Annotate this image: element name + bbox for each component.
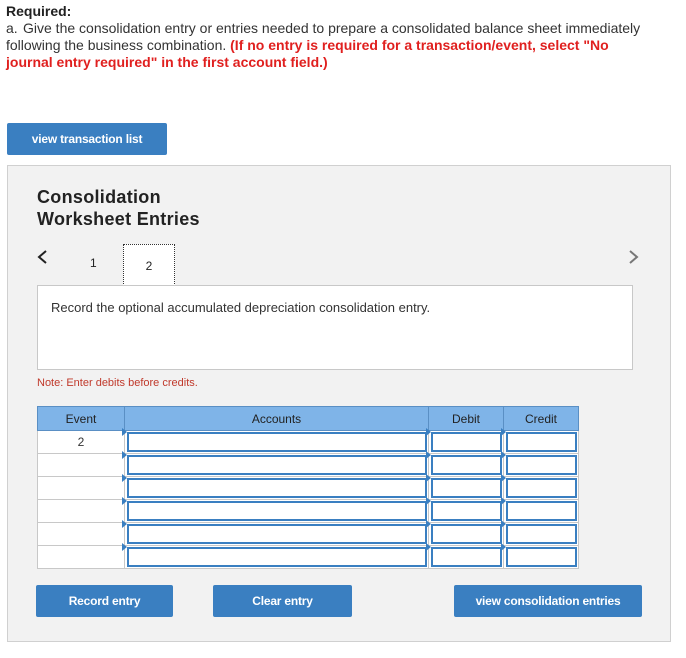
view-consolidation-entries-button[interactable]: view consolidation entries — [454, 585, 642, 617]
dropdown-marker-icon — [122, 451, 127, 459]
event-cell — [37, 545, 125, 569]
page-tab-2[interactable]: 2 — [123, 244, 175, 288]
debit-input-cell — [426, 520, 504, 546]
entry-prompt: Record the optional accumulated deprecia… — [37, 285, 633, 370]
dropdown-marker-icon — [501, 451, 506, 459]
debit-input-cell — [426, 451, 504, 477]
requirement-text: a. Give the consolidation entry or entrie… — [6, 20, 646, 71]
debit-input-cell — [426, 543, 504, 569]
worksheet-title: Consolidation Worksheet Entries — [37, 186, 200, 230]
credit-input-cell — [501, 543, 579, 569]
credit-input[interactable] — [506, 501, 577, 521]
credit-input-cell — [501, 497, 579, 523]
dropdown-marker-icon — [426, 520, 431, 528]
table-row — [37, 520, 579, 546]
table-row — [37, 497, 579, 523]
dropdown-marker-icon — [122, 520, 127, 528]
worksheet-title-line1: Consolidation — [37, 187, 161, 207]
debit-input[interactable] — [431, 478, 502, 498]
account-input[interactable] — [127, 432, 427, 452]
event-cell: 2 — [37, 430, 125, 454]
table-row — [37, 543, 579, 569]
dropdown-marker-icon — [426, 543, 431, 551]
entry-note: Note: Enter debits before credits. — [37, 377, 198, 389]
dropdown-marker-icon — [426, 451, 431, 459]
event-cell — [37, 453, 125, 477]
header-credit: Credit — [503, 406, 579, 431]
credit-input-cell — [501, 451, 579, 477]
credit-input[interactable] — [506, 432, 577, 452]
account-input[interactable] — [127, 501, 427, 521]
account-input[interactable] — [127, 524, 427, 544]
account-input[interactable] — [127, 455, 427, 475]
event-cell — [37, 499, 125, 523]
dropdown-marker-icon — [426, 497, 431, 505]
table-header-row: Event Accounts Debit Credit — [37, 406, 579, 431]
header-accounts: Accounts — [124, 406, 429, 431]
account-input[interactable] — [127, 547, 427, 567]
table-row — [37, 474, 579, 500]
debit-input[interactable] — [431, 455, 502, 475]
chevron-left-icon[interactable] — [36, 249, 50, 270]
dropdown-marker-icon — [501, 497, 506, 505]
account-input[interactable] — [127, 478, 427, 498]
credit-input[interactable] — [506, 478, 577, 498]
requirement-label: a. — [6, 20, 18, 36]
event-cell — [37, 522, 125, 546]
account-input-cell — [122, 474, 429, 500]
dropdown-marker-icon — [501, 543, 506, 551]
account-input-cell — [122, 451, 429, 477]
debit-input[interactable] — [431, 547, 502, 567]
dropdown-marker-icon — [122, 497, 127, 505]
clear-entry-button[interactable]: Clear entry — [213, 585, 352, 617]
account-input-cell — [122, 543, 429, 569]
debit-input-cell — [426, 428, 504, 454]
debit-input-cell — [426, 474, 504, 500]
dropdown-marker-icon — [122, 428, 127, 436]
debit-input[interactable] — [431, 432, 502, 452]
dropdown-marker-icon — [122, 543, 127, 551]
account-input-cell — [122, 428, 429, 454]
credit-input[interactable] — [506, 547, 577, 567]
credit-input[interactable] — [506, 524, 577, 544]
dropdown-marker-icon — [122, 474, 127, 482]
page-tab-1[interactable]: 1 — [90, 256, 97, 270]
account-input-cell — [122, 520, 429, 546]
dropdown-marker-icon — [501, 520, 506, 528]
credit-input-cell — [501, 474, 579, 500]
dropdown-marker-icon — [501, 474, 506, 482]
view-transaction-list-button[interactable]: view transaction list — [7, 123, 167, 155]
required-heading: Required: — [6, 3, 72, 19]
credit-input-cell — [501, 428, 579, 454]
table-row: 2 — [37, 428, 579, 454]
debit-input[interactable] — [431, 501, 502, 521]
worksheet-panel: Consolidation Worksheet Entries 1 2 Reco… — [7, 165, 671, 642]
dropdown-marker-icon — [426, 474, 431, 482]
worksheet-title-line2: Worksheet Entries — [37, 209, 200, 229]
credit-input-cell — [501, 520, 579, 546]
journal-table: Event Accounts Debit Credit 2 — [37, 406, 579, 569]
credit-input[interactable] — [506, 455, 577, 475]
debit-input-cell — [426, 497, 504, 523]
header-event: Event — [37, 406, 125, 431]
debit-input[interactable] — [431, 524, 502, 544]
event-cell — [37, 476, 125, 500]
dropdown-marker-icon — [501, 428, 506, 436]
table-row — [37, 451, 579, 477]
account-input-cell — [122, 497, 429, 523]
record-entry-button[interactable]: Record entry — [36, 585, 173, 617]
header-debit: Debit — [428, 406, 504, 431]
dropdown-marker-icon — [426, 428, 431, 436]
chevron-right-icon[interactable] — [626, 249, 640, 270]
